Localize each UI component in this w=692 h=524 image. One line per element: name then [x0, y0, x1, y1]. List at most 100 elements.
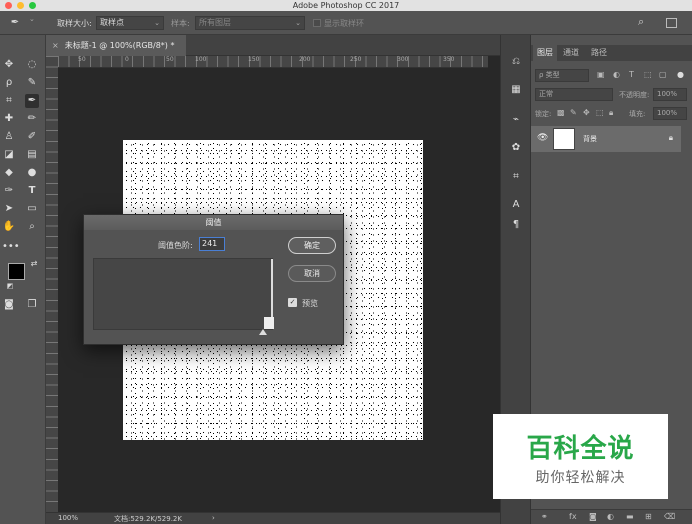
- delete-layer-icon[interactable]: ⌫: [664, 512, 675, 521]
- threshold-level-input[interactable]: 241: [199, 237, 225, 251]
- workspace-switcher-icon[interactable]: [666, 18, 677, 28]
- default-colors-icon[interactable]: ◩: [3, 279, 17, 293]
- threshold-slider-handle[interactable]: [259, 329, 267, 335]
- paragraph-panel-icon[interactable]: ¶: [509, 218, 523, 232]
- new-layer-icon[interactable]: ⊞: [645, 512, 652, 521]
- filter-toggle-icon[interactable]: ●: [677, 70, 684, 79]
- lock-artboard-icon[interactable]: ⬚: [596, 108, 604, 117]
- lock-all-icon[interactable]: 🔒︎: [609, 108, 613, 118]
- preview-label: 预览: [302, 299, 318, 308]
- preview-checkbox[interactable]: ✓: [288, 298, 297, 307]
- histogram-peak: [264, 317, 274, 329]
- fill-input[interactable]: 100%: [653, 107, 687, 120]
- cancel-button[interactable]: 取消: [288, 265, 336, 282]
- zoom-tool-icon[interactable]: ⌕: [25, 220, 39, 234]
- threshold-dialog: 阈值 阈值色阶: 241 确定 取消 ✓ 预览: [83, 214, 344, 345]
- show-ring-checkbox[interactable]: [313, 19, 321, 27]
- status-menu-arrow-icon[interactable]: ›: [212, 514, 215, 522]
- sample-value: 所有图层: [199, 18, 231, 27]
- crop-tool-icon[interactable]: ⌗: [2, 94, 16, 108]
- type-tool-icon[interactable]: T: [25, 184, 39, 198]
- document-size-info: 文档:529.2K/529.2K: [114, 515, 182, 523]
- brush-panel-icon[interactable]: ⌁: [509, 113, 523, 127]
- crop-panel-icon[interactable]: ⌗: [509, 170, 523, 184]
- lock-row: 锁定: ▩ ✎ ✥ ⬚ 🔒︎ 填充: 100%: [535, 107, 689, 121]
- swatches-panel-icon[interactable]: ▦: [509, 83, 523, 97]
- window-title-bar: Adobe Photoshop CC 2017: [0, 0, 692, 11]
- zoom-level[interactable]: 100%: [58, 514, 78, 522]
- add-mask-icon[interactable]: ◙: [589, 512, 597, 521]
- lasso-tool-icon[interactable]: ρ: [2, 76, 16, 90]
- smart-object-filter-icon[interactable]: ▢: [659, 70, 667, 79]
- eraser-tool-icon[interactable]: ◪: [2, 148, 16, 162]
- shape-filter-icon[interactable]: ⬚: [644, 70, 652, 79]
- histogram-bar: [271, 259, 273, 317]
- sample-size-select[interactable]: 取样点 ⌄: [96, 16, 164, 30]
- marquee-tool-icon[interactable]: ◌: [25, 58, 39, 72]
- ruler-label: 300: [397, 56, 409, 63]
- show-ring-label: 显示取样环: [324, 19, 364, 28]
- document-tab[interactable]: × 未标题-1 @ 100%(RGB/8*) *: [46, 35, 186, 56]
- search-icon[interactable]: ⌕: [638, 15, 644, 29]
- history-panel-icon[interactable]: ⎌: [509, 55, 523, 69]
- pixel-filter-icon[interactable]: ▣: [597, 70, 605, 79]
- options-bar: ✒ ⌄ 取样大小: 取样点 ⌄ 样本: 所有图层 ⌄ 显示取样环 ⌕: [0, 11, 692, 35]
- status-bar: 100% 文档:529.2K/529.2K ›: [46, 512, 500, 524]
- blur-tool-icon[interactable]: ◆: [2, 166, 16, 180]
- lock-label: 锁定:: [535, 110, 552, 118]
- ruler-label: 50: [166, 56, 174, 63]
- rectangle-tool-icon[interactable]: ▭: [25, 202, 39, 216]
- sample-select[interactable]: 所有图层 ⌄: [195, 16, 305, 30]
- ok-button[interactable]: 确定: [288, 237, 336, 254]
- layer-thumbnail: [553, 128, 575, 150]
- more-tools-icon[interactable]: •••: [2, 240, 20, 254]
- pen-tool-icon[interactable]: ✑: [2, 184, 16, 198]
- layer-name[interactable]: 背景: [583, 134, 597, 144]
- layer-filter-row: ρ 类型 ▣ ◐ T ⬚ ▢ ●: [535, 69, 689, 83]
- clone-stamp-tool-icon[interactable]: ♙: [2, 130, 16, 144]
- lock-position-icon[interactable]: ✥: [583, 108, 590, 117]
- panel-tabs: 图层 通道 路径: [531, 45, 692, 61]
- layer-kind-filter[interactable]: ρ 类型: [535, 69, 589, 82]
- dodge-tool-icon[interactable]: ●: [25, 166, 39, 180]
- swap-colors-icon[interactable]: ⇄: [27, 257, 41, 271]
- link-layers-icon[interactable]: ⚭: [541, 512, 548, 521]
- character-panel-icon[interactable]: A: [509, 198, 523, 212]
- screen-mode-icon[interactable]: ❐: [25, 298, 39, 312]
- adjustment-filter-icon[interactable]: ◐: [613, 70, 620, 79]
- quick-select-tool-icon[interactable]: ✎: [25, 76, 39, 90]
- eyedropper-tool-icon[interactable]: ✒: [25, 94, 39, 108]
- lock-transparent-icon[interactable]: ▩: [557, 108, 565, 117]
- tab-channels[interactable]: 通道: [559, 45, 583, 61]
- foreground-color-swatch[interactable]: [8, 263, 25, 280]
- new-group-icon[interactable]: ▬: [626, 512, 634, 521]
- tab-layers[interactable]: 图层: [533, 45, 557, 61]
- gradient-tool-icon[interactable]: ▤: [25, 148, 39, 162]
- layer-row[interactable]: 👁︎ 背景 🔒︎: [531, 126, 681, 152]
- preset-chevron-icon[interactable]: ⌄: [29, 15, 35, 23]
- brush-tool-icon[interactable]: ✏: [25, 112, 39, 126]
- new-adjustment-icon[interactable]: ◐: [607, 512, 614, 521]
- vertical-ruler: [46, 56, 58, 512]
- ruler-label: 350: [443, 56, 455, 63]
- layer-lock-icon[interactable]: 🔒︎: [669, 133, 673, 143]
- healing-brush-tool-icon[interactable]: ✚: [2, 112, 16, 126]
- lock-pixels-icon[interactable]: ✎: [570, 108, 577, 117]
- watermark-title: 百科全说: [526, 434, 635, 464]
- quick-mask-icon[interactable]: ◙: [2, 298, 16, 312]
- layer-style-icon[interactable]: fx: [569, 512, 577, 521]
- eyedropper-tool-preset-icon[interactable]: ✒: [8, 16, 22, 30]
- close-document-icon[interactable]: ×: [52, 41, 59, 50]
- visibility-eye-icon[interactable]: 👁︎: [537, 133, 548, 143]
- opacity-input[interactable]: 100%: [653, 88, 687, 101]
- document-tab-bar: × 未标题-1 @ 100%(RGB/8*) *: [46, 35, 500, 56]
- shapes-panel-icon[interactable]: ✿: [509, 141, 523, 155]
- path-selection-tool-icon[interactable]: ➤: [2, 202, 16, 216]
- tab-paths[interactable]: 路径: [587, 45, 611, 61]
- hand-tool-icon[interactable]: ✋: [2, 220, 16, 234]
- move-tool-icon[interactable]: ✥: [2, 58, 16, 72]
- chevron-down-icon: ⌄: [154, 19, 160, 27]
- blend-mode-select[interactable]: 正常: [535, 88, 613, 101]
- type-filter-icon[interactable]: T: [629, 70, 634, 79]
- history-brush-tool-icon[interactable]: ✐: [25, 130, 39, 144]
